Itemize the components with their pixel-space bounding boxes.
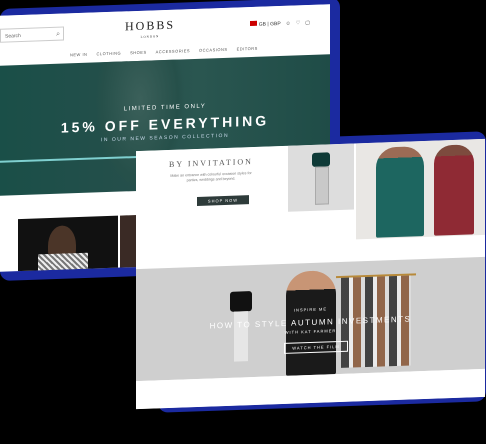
logo-text: HOBBS (125, 17, 176, 34)
utility-bar: GB | GBP ☺ ♡ ▢ (249, 19, 310, 28)
flag-icon (249, 20, 257, 27)
bag-icon[interactable]: ▢ (305, 19, 310, 25)
red-dress-model (434, 144, 474, 236)
nav-clothing[interactable]: CLOTHING (96, 51, 121, 57)
portrait-coat (38, 252, 88, 272)
shop-now-button[interactable]: SHOP NOW (197, 195, 249, 206)
composite-stage: Search ⌕ HOBBS LONDON GB | GBP ☺ ♡ ▢ NEW… (0, 0, 486, 444)
dresses-image[interactable] (356, 138, 485, 240)
invitation-text: Make an entrance with colourful occasion… (170, 171, 252, 183)
nav-new-in[interactable]: NEW IN (70, 52, 87, 58)
invitation-panel: BY INVITATION Make an entrance with colo… (136, 145, 286, 252)
feature-banner[interactable]: INSPIRE ME HOW TO STYLE AUTUMN INVESTMEN… (136, 256, 485, 382)
search-placeholder: Search (5, 33, 21, 40)
invitation-title: BY INVITATION (169, 157, 253, 169)
product-bag-image[interactable] (288, 143, 354, 212)
nav-occasions[interactable]: OCCASIONS (199, 47, 228, 53)
logo-sub: LONDON (140, 34, 160, 39)
nav-accessories[interactable]: ACCESSORIES (156, 48, 190, 54)
watch-film-button[interactable]: WATCH THE FILM (284, 340, 348, 354)
nav-editors[interactable]: EDITORS (237, 46, 258, 52)
wishlist-icon[interactable]: ♡ (296, 20, 300, 26)
search-input[interactable]: Search ⌕ (0, 26, 64, 43)
search-icon[interactable]: ⌕ (56, 28, 60, 42)
pedestal-shape (315, 166, 329, 205)
account-icon[interactable]: ☺ (286, 20, 291, 26)
green-dress-model (376, 146, 424, 238)
currency-label: GB | GBP (258, 20, 281, 28)
handbag-shape (312, 152, 330, 167)
currency-selector[interactable]: GB | GBP (249, 20, 281, 28)
portrait-image[interactable] (18, 215, 118, 272)
nav-shoes[interactable]: SHOES (130, 50, 147, 56)
main-nav: NEW IN CLOTHING SHOES ACCESSORIES OCCASI… (70, 46, 258, 58)
landing-screenshot: BY INVITATION Make an entrance with colo… (136, 138, 485, 410)
brand-logo[interactable]: HOBBS LONDON (125, 18, 175, 40)
